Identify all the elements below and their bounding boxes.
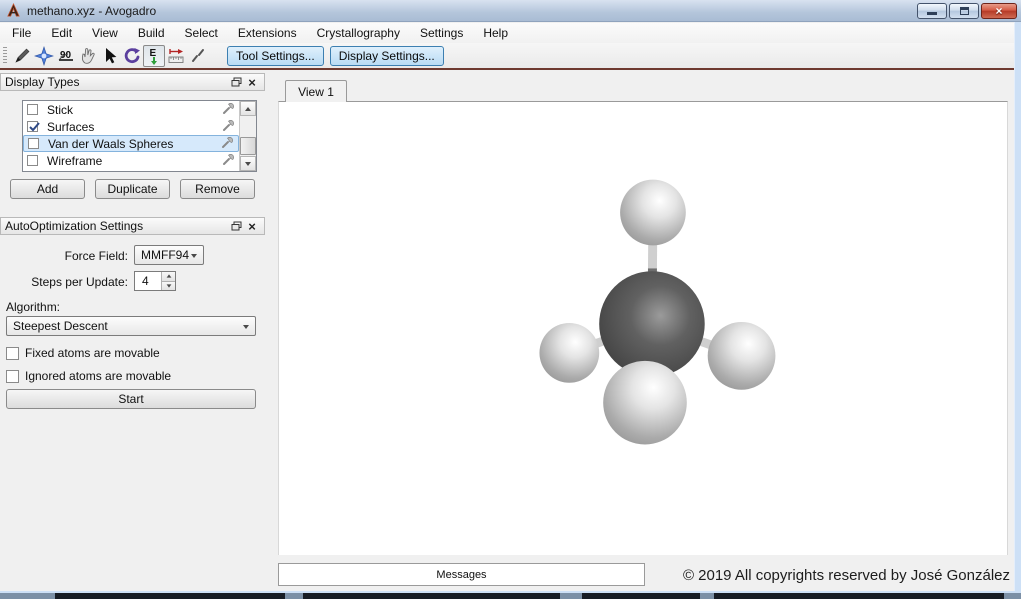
surfaces-settings-wrench-icon[interactable] [222, 119, 235, 135]
atom-h-left[interactable] [539, 323, 600, 383]
menu-crystallography[interactable]: Crystallography [307, 24, 410, 42]
menubar: File Edit View Build Select Extensions C… [0, 23, 1021, 43]
menu-build[interactable]: Build [128, 24, 175, 42]
taskbar-sliver [0, 593, 1021, 599]
wireframe-label: Wireframe [47, 153, 103, 168]
atom-carbon[interactable] [599, 271, 705, 377]
algorithm-value: Steepest Descent [13, 319, 108, 333]
menu-file[interactable]: File [2, 24, 41, 42]
add-button[interactable]: Add [10, 179, 85, 199]
draw-tool-icon[interactable] [11, 45, 33, 67]
window-title: methano.xyz - Avogadro [27, 3, 157, 18]
ignored-atoms-label: Ignored atoms are movable [25, 369, 172, 383]
close-icon: × [995, 4, 1003, 18]
steps-value: 4 [142, 274, 149, 288]
auto-optimize-tool-icon[interactable]: E [143, 44, 165, 67]
tab-view-1[interactable]: View 1 [285, 80, 347, 102]
selection-tool-icon[interactable] [99, 45, 121, 67]
surfaces-checkbox[interactable] [27, 121, 40, 132]
ignored-atoms-checkbox[interactable] [6, 369, 19, 383]
surfaces-label: Surfaces [47, 119, 95, 134]
methane-molecule[interactable] [279, 102, 1007, 555]
menu-select[interactable]: Select [175, 24, 228, 42]
fixed-atoms-checkbox-row[interactable]: Fixed atoms are movable [6, 346, 160, 360]
spin-up-icon[interactable] [162, 272, 175, 281]
atom-h-top[interactable] [620, 179, 686, 246]
menu-extensions[interactable]: Extensions [228, 24, 307, 42]
avogadro-window: methano.xyz - Avogadro × File Edit View … [0, 0, 1021, 599]
force-field-value: MMFF94 [141, 248, 189, 262]
main-area: View 1 Messages © 2019 All copyrights re… [270, 70, 1014, 591]
menu-view[interactable]: View [82, 24, 128, 42]
display-types-list: Stick Surfaces Van der Waals Spheres Wir… [22, 100, 257, 172]
stick-checkbox[interactable] [27, 104, 38, 115]
menu-help[interactable]: Help [473, 24, 518, 42]
display-types-header[interactable]: Display Types × [0, 73, 265, 91]
float-panel-icon[interactable] [228, 75, 244, 89]
scrollbar-thumb[interactable] [240, 137, 256, 155]
menu-edit[interactable]: Edit [41, 24, 82, 42]
display-type-row-stick[interactable]: Stick [23, 101, 239, 118]
display-type-row-wireframe[interactable]: Wireframe [23, 152, 239, 169]
float-panel-icon[interactable] [228, 219, 244, 233]
vdw-settings-wrench-icon[interactable] [221, 136, 234, 152]
avogadro-logo-icon [7, 3, 20, 17]
autoopt-header[interactable]: AutoOptimization Settings × [0, 217, 265, 235]
manipulate-hand-tool-icon[interactable] [77, 45, 99, 67]
molecule-viewport[interactable] [278, 101, 1008, 555]
scroll-down-icon[interactable] [240, 156, 256, 171]
algorithm-select[interactable]: Steepest Descent [6, 316, 256, 336]
display-types-scrollbar[interactable] [239, 101, 256, 171]
tool-settings-button[interactable]: Tool Settings... [227, 45, 324, 66]
close-button[interactable]: × [981, 3, 1017, 19]
combo-arrow-icon [243, 325, 249, 329]
start-button[interactable]: Start [6, 389, 256, 409]
wireframe-checkbox[interactable] [27, 155, 38, 166]
scroll-up-icon[interactable] [240, 101, 256, 116]
titlebar[interactable]: methano.xyz - Avogadro × [0, 0, 1021, 22]
steps-per-update-stepper[interactable]: 4 [134, 271, 176, 291]
copyright-text: © 2019 All copyrights reserved by José G… [682, 567, 1010, 584]
window-right-border [1014, 22, 1021, 591]
menu-settings[interactable]: Settings [410, 24, 473, 42]
maximize-icon [959, 7, 969, 15]
force-field-select[interactable]: MMFF94 [134, 245, 204, 265]
force-field-label: Force Field: [64, 249, 128, 263]
fixed-atoms-checkbox[interactable] [6, 346, 19, 360]
display-types-title: Display Types [5, 75, 80, 89]
algorithm-label: Algorithm: [6, 300, 61, 314]
atom-h-front[interactable] [603, 360, 687, 445]
messages-dock-tab[interactable]: Messages [278, 563, 645, 586]
steps-per-update-label: Steps per Update: [31, 275, 128, 289]
fixed-atoms-label: Fixed atoms are movable [25, 346, 160, 360]
align-tool-icon[interactable] [165, 45, 187, 67]
duplicate-button[interactable]: Duplicate [95, 179, 170, 199]
stick-label: Stick [47, 102, 74, 117]
display-type-row-vdw-spheres[interactable]: Van der Waals Spheres [23, 135, 239, 152]
navigate-tool-icon[interactable] [33, 45, 55, 67]
remove-button[interactable]: Remove [180, 179, 255, 199]
minimize-icon [927, 12, 937, 15]
toolbar: 90 E Tool Settings... Display Settings..… [0, 43, 1021, 68]
display-settings-button[interactable]: Display Settings... [329, 45, 444, 66]
minimize-button[interactable] [917, 3, 947, 19]
combo-arrow-icon [191, 254, 197, 258]
atom-h-right[interactable] [707, 322, 776, 390]
left-dock: Display Types × Stick Surfaces Van der W… [0, 70, 265, 591]
vdw-spheres-label: Van der Waals Spheres [48, 136, 174, 151]
autoopt-title: AutoOptimization Settings [5, 219, 144, 233]
wireframe-settings-wrench-icon[interactable] [222, 153, 235, 169]
rotate-tool-icon[interactable] [121, 45, 143, 67]
maximize-button[interactable] [949, 3, 979, 19]
toolbar-grip[interactable] [3, 46, 7, 65]
stick-settings-wrench-icon[interactable] [222, 102, 235, 118]
measure-tool-icon[interactable]: 90 [55, 45, 77, 67]
panel-close-icon[interactable]: × [244, 219, 260, 233]
ignored-atoms-checkbox-row[interactable]: Ignored atoms are movable [6, 369, 171, 383]
spin-down-icon[interactable] [162, 280, 175, 290]
vdw-spheres-checkbox[interactable] [28, 138, 39, 149]
display-type-row-surfaces[interactable]: Surfaces [23, 118, 239, 135]
auto-rotate-tool-icon[interactable] [187, 45, 209, 67]
panel-close-icon[interactable]: × [244, 75, 260, 89]
